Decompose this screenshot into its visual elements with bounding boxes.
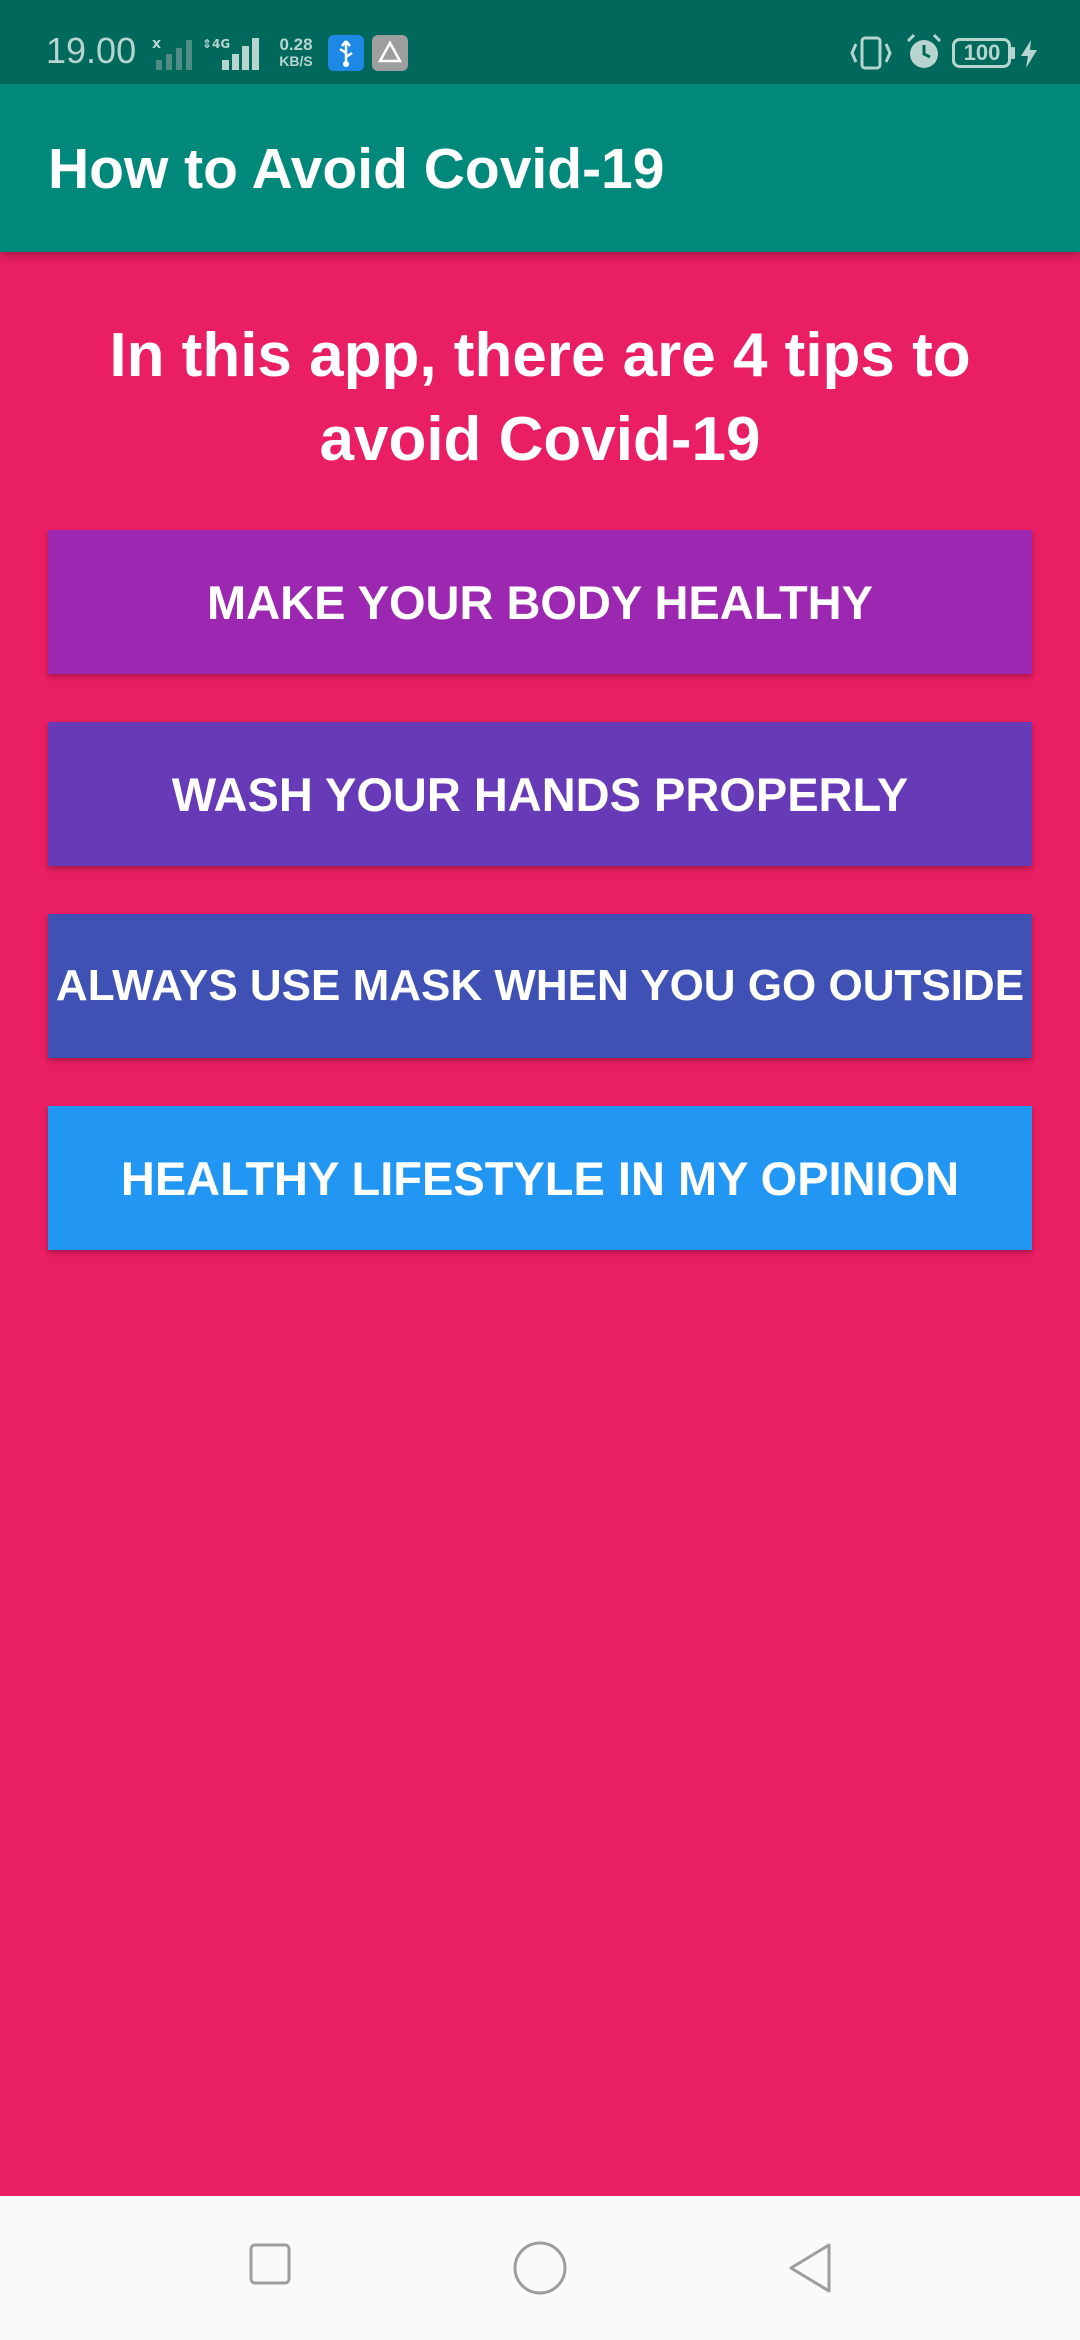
- alarm-icon: [906, 33, 942, 68]
- make-body-healthy-button[interactable]: MAKE YOUR BODY HEALTHY: [48, 530, 1032, 674]
- signal-x-icon: x: [152, 36, 192, 70]
- network-speed-value: 0.28: [279, 35, 313, 54]
- recents-icon[interactable]: [248, 2242, 292, 2286]
- app-title: How to Avoid Covid-19: [48, 137, 665, 201]
- svg-text:4G: 4G: [212, 37, 230, 51]
- wash-hands-button[interactable]: WASH YOUR HANDS PROPERLY: [48, 722, 1032, 866]
- back-icon[interactable]: [786, 2240, 834, 2296]
- usb-icon: [328, 35, 364, 71]
- app-notification-icon: [372, 35, 408, 71]
- app-bar: How to Avoid Covid-19: [0, 84, 1080, 252]
- signal-4g-icon: ⇕ 4G: [202, 37, 259, 70]
- network-speed: 0.28 KB/S: [274, 36, 318, 70]
- use-mask-button[interactable]: ALWAYS USE MASK WHEN YOU GO OUTSIDE: [48, 914, 1032, 1058]
- charging-icon: [1021, 40, 1037, 68]
- svg-text:x: x: [152, 36, 161, 52]
- healthy-lifestyle-button[interactable]: HEALTHY LIFESTYLE IN MY OPINION: [48, 1106, 1032, 1250]
- page-heading: In this app, there are 4 tips to avoid C…: [109, 321, 971, 474]
- main-content: In this app, there are 4 tips to avoid C…: [0, 252, 1080, 2196]
- vibrate-icon: [850, 36, 892, 70]
- home-icon[interactable]: [512, 2240, 568, 2296]
- network-speed-unit: KB/S: [279, 53, 313, 69]
- navigation-bar: [0, 2196, 1080, 2340]
- svg-text:⇕: ⇕: [202, 37, 212, 51]
- status-time: 19.00: [46, 30, 137, 71]
- battery-level: 100: [963, 40, 1001, 65]
- status-bar: 19.00 x ⇕ 4G 0.28 KB/S 100: [0, 0, 1080, 84]
